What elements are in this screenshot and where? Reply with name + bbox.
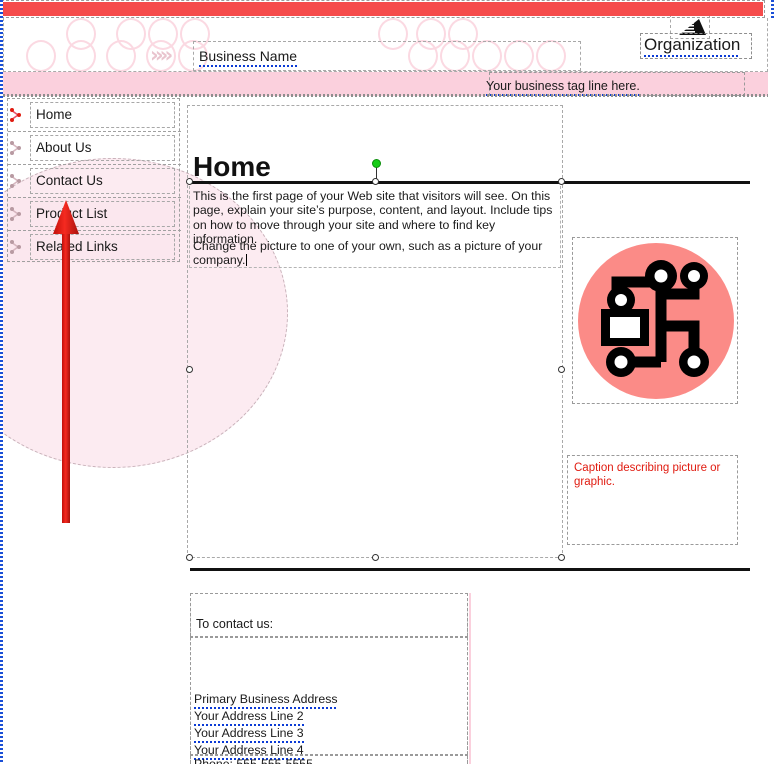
sidebar-item-about-us-box[interactable]: About Us <box>30 135 175 161</box>
top-bar-frame[interactable] <box>1 0 765 18</box>
horizontal-rule-top[interactable] <box>190 181 750 184</box>
tag-line-textbox[interactable]: Your business tag line here. <box>486 72 745 96</box>
sidebar-item-home-box[interactable]: Home <box>30 102 175 128</box>
phone-text: Phone: 555-555-5555 <box>194 757 313 764</box>
contact-pink-divider <box>469 593 471 764</box>
resize-handle-bottom-right[interactable] <box>558 554 565 561</box>
address-line-1: Primary Business Address <box>194 692 338 706</box>
address-line-3: Your Address Line 3 <box>194 726 304 740</box>
resize-handle-mid-left[interactable] <box>186 366 193 373</box>
resize-handle-left[interactable] <box>186 178 193 185</box>
sidebar-item-contact-us[interactable]: Contact Us <box>8 165 181 198</box>
picture-caption-text: Caption describing picture or graphic. <box>574 462 721 489</box>
address-line-2: Your Address Line 2 <box>194 709 304 723</box>
sidebar-item-home[interactable]: Home <box>8 99 181 132</box>
contact-heading-frame[interactable]: To contact us: <box>190 593 468 637</box>
circuit-board-icon <box>601 260 709 377</box>
arrow-bullet-icon <box>10 141 21 155</box>
arrow-bullet-icon <box>10 207 21 221</box>
resize-handle-mid-right[interactable] <box>558 366 565 373</box>
picture-frame[interactable] <box>572 237 738 404</box>
arrow-bullet-icon <box>10 240 21 254</box>
resize-handle-center[interactable] <box>372 178 379 185</box>
resize-handle-right[interactable] <box>558 178 565 185</box>
body-paragraph-2: Change the picture to one of your own, s… <box>193 239 553 268</box>
address-lines: Primary Business Address Your Address Li… <box>194 692 338 760</box>
sidebar-item-about-us-label: About Us <box>36 140 92 155</box>
organization-name-text: Organization <box>644 35 741 54</box>
sidebar-item-contact-us-box[interactable]: Contact Us <box>30 168 175 194</box>
body-paragraph-1: This is the first page of your Web site … <box>193 189 553 247</box>
sidebar-item-about-us[interactable]: About Us <box>8 132 181 165</box>
business-name-text: Business Name <box>199 48 298 64</box>
horizontal-rule-bottom[interactable] <box>190 568 750 571</box>
tag-line-text: Your business tag line here. <box>486 79 640 93</box>
arrow-bullet-icon <box>10 174 21 188</box>
arrow-bullet-icon <box>10 108 21 122</box>
resize-handle-bottom-left[interactable] <box>186 554 193 561</box>
text-caret <box>246 254 248 267</box>
tag-line-bottom-edge <box>3 94 768 97</box>
red-up-arrow-annotation <box>53 200 79 523</box>
sidebar-nav: Home About Us Contact Us Product List Re… <box>7 98 181 264</box>
double-chevron-icon: »» <box>150 43 173 67</box>
organization-name-textbox[interactable]: Organization <box>640 33 752 59</box>
page-title: Home <box>193 151 271 182</box>
editor-canvas: »» Business Name Organization Your busin… <box>0 0 774 764</box>
contact-heading-text: To contact us: <box>196 617 274 631</box>
body-paragraph-2-text: Change the picture to one of your own, s… <box>193 239 543 268</box>
sidebar-item-home-label: Home <box>36 107 73 122</box>
green-rotation-handle[interactable] <box>372 159 381 168</box>
address-line-4: Your Address Line 4 <box>194 743 304 757</box>
sidebar-item-contact-us-label: Contact Us <box>36 173 103 188</box>
picture-caption-frame[interactable]: Caption describing picture or graphic. <box>567 455 738 545</box>
sidebar-item-product-list[interactable]: Product List <box>8 198 181 231</box>
sidebar-item-related-links[interactable]: Related Links <box>8 231 181 264</box>
resize-handle-bottom-center[interactable] <box>372 554 379 561</box>
business-name-textbox[interactable]: Business Name <box>193 41 581 71</box>
document-left-edge <box>0 0 3 764</box>
